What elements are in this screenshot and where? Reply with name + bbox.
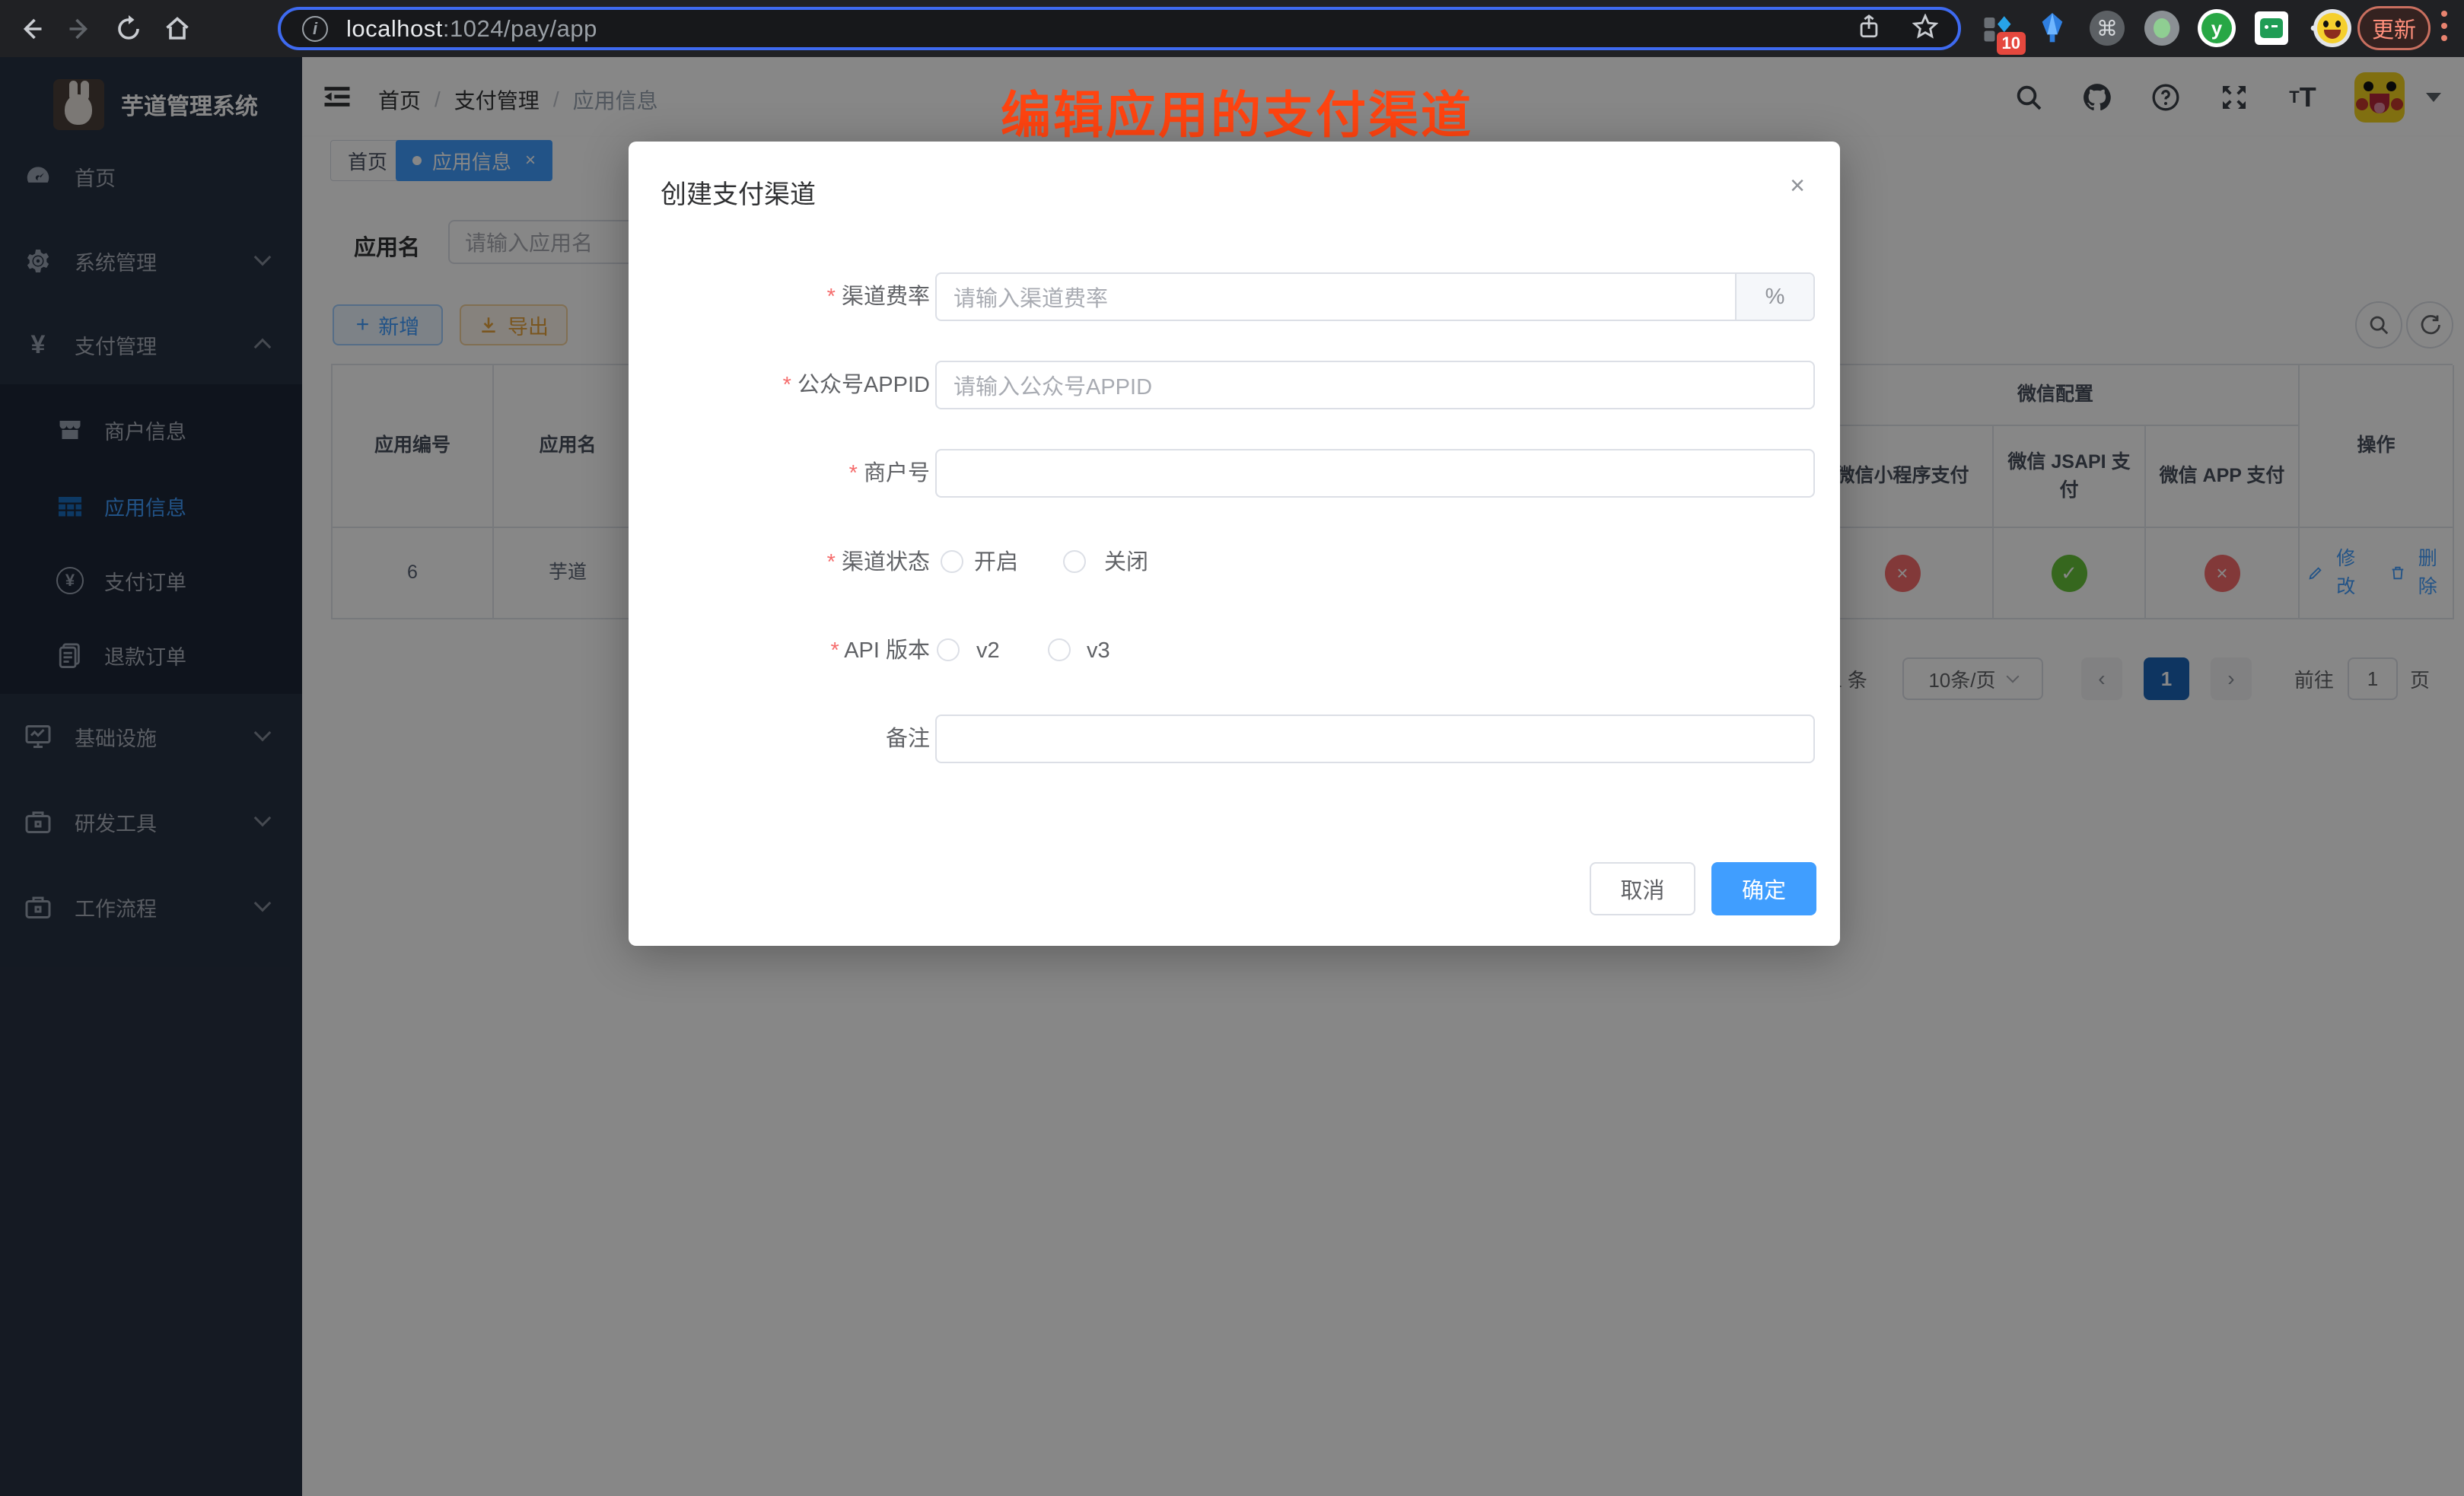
merchant-input[interactable] <box>935 449 1815 498</box>
status-on-radio[interactable] <box>941 550 963 573</box>
rate-label: 渠道费率 <box>656 272 930 321</box>
status-off-radio[interactable] <box>1063 550 1086 573</box>
browser-back-icon[interactable] <box>14 11 49 46</box>
remark-input[interactable] <box>935 715 1815 763</box>
extension-icon-3[interactable]: ⌘ <box>2088 9 2126 47</box>
browser-forward-icon[interactable] <box>62 11 97 46</box>
extension-icon-6[interactable] <box>2252 9 2291 47</box>
share-icon[interactable] <box>1856 14 1882 43</box>
status-on-label[interactable]: 开启 <box>974 538 1018 587</box>
status-off-label[interactable]: 关闭 <box>1104 538 1148 587</box>
bookmark-star-icon[interactable] <box>1912 14 1938 43</box>
extension-icon-2[interactable] <box>2033 9 2071 47</box>
api-version-label: API 版本 <box>656 626 930 675</box>
api-v3-label[interactable]: v3 <box>1087 626 1110 675</box>
address-bar[interactable]: i localhost:1024/pay/app <box>278 7 1961 50</box>
profile-emoji-icon[interactable] <box>2313 9 2351 47</box>
browser-menu-icon[interactable] <box>2441 11 2449 41</box>
extension-icon-1[interactable]: 10 <box>1979 9 2017 47</box>
remark-label: 备注 <box>656 715 930 763</box>
dialog-title: 创建支付渠道 <box>661 173 816 211</box>
annotation-text: 编辑应用的支付渠道 <box>1001 75 1473 148</box>
status-label: 渠道状态 <box>656 538 930 587</box>
percent-suffix: % <box>1735 274 1813 320</box>
dialog-close-icon[interactable]: × <box>1781 169 1814 202</box>
rate-input[interactable]: 请输入渠道费率 % <box>935 272 1815 321</box>
merchant-label: 商户号 <box>656 449 930 498</box>
site-info-icon[interactable]: i <box>302 16 328 42</box>
browser-home-icon[interactable] <box>160 11 195 46</box>
create-pay-channel-dialog: 创建支付渠道 × 渠道费率 请输入渠道费率 % 公众号APPID 请输入公众号A… <box>629 142 1840 946</box>
browser-chrome: i localhost:1024/pay/app 10 ⌘ y 更新 <box>0 0 2464 57</box>
appid-input[interactable]: 请输入公众号APPID <box>935 361 1815 409</box>
appid-label: 公众号APPID <box>656 361 930 409</box>
confirm-button[interactable]: 确定 <box>1711 862 1816 915</box>
cancel-button[interactable]: 取消 <box>1590 862 1695 915</box>
url-text: localhost:1024/pay/app <box>346 15 597 43</box>
extension-badge: 10 <box>1997 32 2026 55</box>
api-v3-radio[interactable] <box>1048 638 1071 661</box>
browser-update-button[interactable]: 更新 <box>2357 6 2431 50</box>
api-v2-label[interactable]: v2 <box>976 626 1000 675</box>
api-v2-radio[interactable] <box>937 638 960 661</box>
extension-icon-5[interactable]: y <box>2198 9 2236 47</box>
browser-reload-icon[interactable] <box>111 11 146 46</box>
extension-icon-4[interactable] <box>2143 9 2181 47</box>
